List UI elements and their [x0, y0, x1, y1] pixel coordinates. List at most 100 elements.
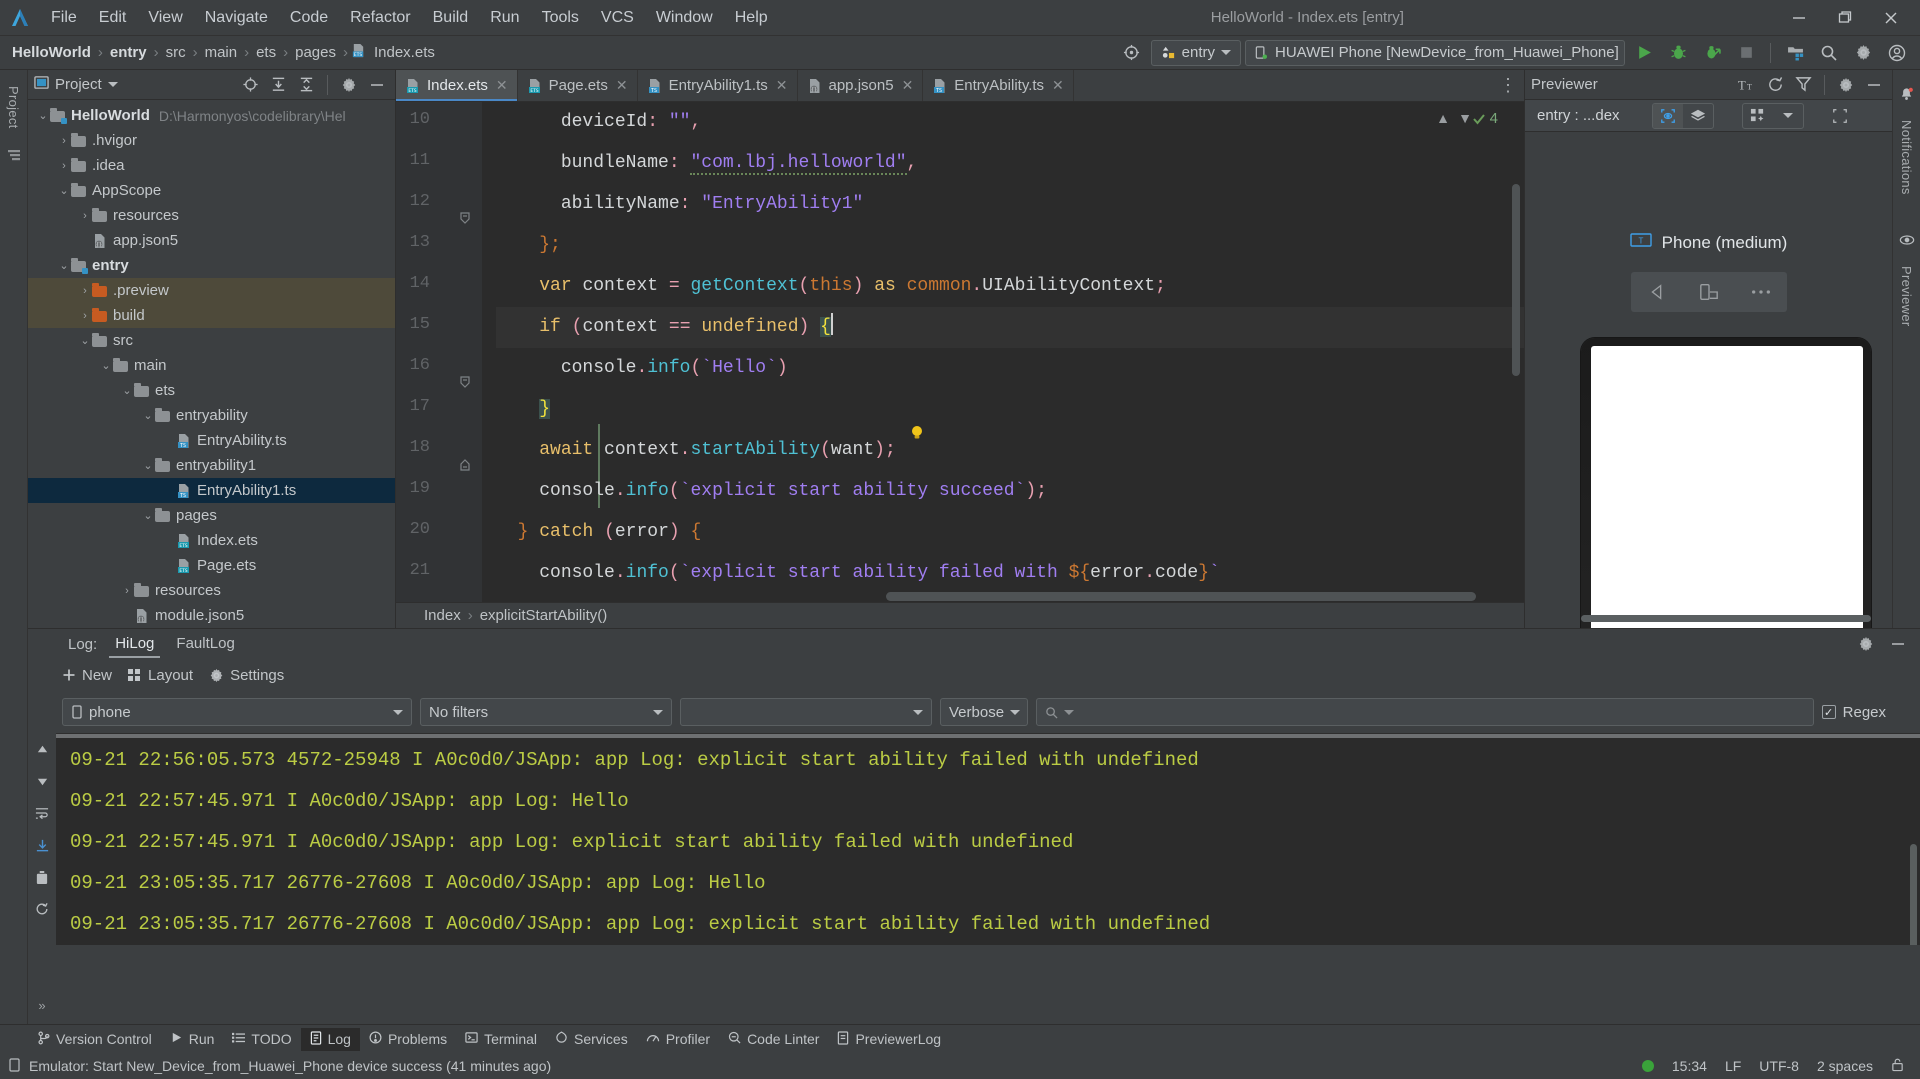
code-text[interactable]: deviceId: "", bundleName: "com.lbj.hello… — [482, 102, 1524, 602]
more-icon[interactable] — [1735, 272, 1787, 312]
console-vertical-scrollbar[interactable] — [1910, 844, 1917, 945]
locate-file-icon[interactable] — [238, 73, 262, 97]
breadcrumb-index-ets[interactable]: Index.ets — [370, 44, 439, 61]
editor-tab-index-ets[interactable]: ETSIndex.ets✕ — [396, 70, 518, 101]
fold-marker-icon[interactable] — [458, 374, 472, 395]
chevron-right-icon[interactable]: › — [78, 285, 92, 297]
editor-horizontal-scrollbar[interactable] — [568, 592, 1506, 602]
status-tab-todo[interactable]: TODO — [223, 1028, 300, 1050]
breadcrumb-src[interactable]: src — [162, 44, 190, 61]
editor-breadcrumb-method[interactable]: explicitStartAbility() — [480, 607, 608, 624]
tree-item-entryability-ts[interactable]: TSEntryAbility.ts — [28, 428, 395, 453]
chevron-right-icon[interactable]: › — [78, 310, 92, 322]
notifications-bell-icon[interactable] — [1895, 81, 1919, 107]
tree-item-appscope[interactable]: ⌄AppScope — [28, 178, 395, 203]
chevron-right-icon[interactable]: › — [120, 585, 134, 597]
previewer-profile-selector[interactable] — [1742, 103, 1804, 129]
target-icon[interactable] — [1117, 39, 1147, 67]
grid-icon[interactable] — [1743, 104, 1773, 128]
chevron-down-icon[interactable]: ⌄ — [57, 184, 71, 197]
menu-refactor[interactable]: Refactor — [339, 6, 421, 30]
tab-faultlog[interactable]: FaultLog — [166, 631, 244, 658]
code-scroll-area[interactable]: deviceId: "", bundleName: "com.lbj.hello… — [482, 102, 1524, 602]
status-tab-problems[interactable]: Problems — [360, 1028, 456, 1050]
regex-checkbox-group[interactable]: ✓ Regex — [1822, 704, 1886, 721]
previewer-view-toggle[interactable] — [1652, 103, 1714, 129]
search-history-icon[interactable] — [1064, 710, 1074, 715]
restart-log-icon[interactable] — [30, 896, 54, 922]
breadcrumb-pages[interactable]: pages — [291, 44, 340, 61]
menu-build[interactable]: Build — [422, 6, 480, 30]
menu-code[interactable]: Code — [279, 6, 339, 30]
log-search-box[interactable] — [1036, 698, 1814, 726]
chevron-right-icon[interactable]: › — [57, 160, 71, 172]
menu-window[interactable]: Window — [645, 6, 724, 30]
menu-help[interactable]: Help — [724, 6, 779, 30]
tree-item-entryability1-ts[interactable]: TSEntryAbility1.ts — [28, 478, 395, 503]
menu-run[interactable]: Run — [479, 6, 530, 30]
regex-checkbox[interactable]: ✓ — [1822, 705, 1836, 719]
settings-icon[interactable] — [1834, 73, 1858, 97]
tree-item-pages[interactable]: ⌄pages — [28, 503, 395, 528]
close-icon[interactable]: ✕ — [616, 77, 628, 94]
tree-item-module-json5[interactable]: {}module.json5 — [28, 603, 395, 628]
close-icon[interactable]: ✕ — [496, 77, 508, 94]
tree-item-entry[interactable]: ⌄entry — [28, 253, 395, 278]
project-tree[interactable]: ⌄HelloWorldD:\Harmonyos\codelibrary\Hel›… — [28, 100, 395, 628]
chevron-down-icon[interactable] — [1773, 104, 1803, 128]
status-tab-profiler[interactable]: Profiler — [637, 1028, 719, 1050]
maximize-button[interactable] — [1822, 1, 1868, 35]
rotate-left-icon[interactable] — [1631, 272, 1683, 312]
breadcrumb-main[interactable]: main — [201, 44, 242, 61]
status-tab-previewerlog[interactable]: PreviewerLog — [828, 1028, 950, 1051]
editor-gutter[interactable]: 10111213141516171819202122 — [396, 102, 482, 602]
layout-button[interactable]: Layout — [128, 667, 193, 684]
gear-icon[interactable] — [1854, 632, 1878, 656]
tree-item--idea[interactable]: ›.idea — [28, 153, 395, 178]
tree-item-resources[interactable]: ›resources — [28, 578, 395, 603]
status-tab-version-control[interactable]: Version Control — [28, 1028, 161, 1051]
menu-edit[interactable]: Edit — [88, 6, 138, 30]
minimize-button[interactable] — [1776, 1, 1822, 35]
tab-hilog[interactable]: HiLog — [105, 631, 164, 658]
expand-all-icon[interactable] — [266, 73, 290, 97]
breadcrumb-ets[interactable]: ets — [252, 44, 280, 61]
close-icon[interactable]: ✕ — [902, 77, 914, 94]
chevron-down-icon[interactable]: ⌄ — [78, 334, 92, 347]
status-encoding[interactable]: UTF-8 — [1759, 1058, 1799, 1074]
scroll-down-icon[interactable] — [30, 768, 54, 794]
editor-tab-page-ets[interactable]: ETSPage.ets✕ — [518, 70, 638, 101]
status-tab-terminal[interactable]: Terminal — [456, 1028, 546, 1050]
lock-icon[interactable] — [1891, 1058, 1904, 1075]
chevron-down-icon[interactable]: ⌄ — [99, 359, 113, 372]
tree-item-main[interactable]: ⌄main — [28, 353, 395, 378]
soft-wrap-icon[interactable] — [30, 800, 54, 826]
tree-item-build[interactable]: ›build — [28, 303, 395, 328]
editor-tab-app-json5[interactable]: {}app.json5✕ — [798, 70, 924, 101]
settings-icon[interactable] — [1848, 39, 1878, 67]
chevron-down-icon[interactable]: ⌄ — [141, 509, 155, 522]
chevron-down-icon[interactable]: ⌄ — [141, 409, 155, 422]
menu-vcs[interactable]: VCS — [590, 6, 645, 30]
next-problem-icon[interactable]: ▼ — [1458, 110, 1472, 126]
status-tab-run[interactable]: Run — [161, 1028, 224, 1050]
editor-tab-entryability1-ts[interactable]: TSEntryAbility1.ts✕ — [638, 70, 798, 101]
close-icon[interactable]: ✕ — [1052, 77, 1064, 94]
refresh-icon[interactable] — [1763, 73, 1787, 97]
status-tab-log[interactable]: Log — [301, 1028, 360, 1051]
chevron-down-icon[interactable]: ⌄ — [57, 259, 71, 272]
scroll-to-end-icon[interactable] — [30, 832, 54, 858]
close-icon[interactable]: ✕ — [776, 77, 788, 94]
clear-log-icon[interactable] — [30, 864, 54, 890]
inspect-mode-icon[interactable] — [1653, 104, 1683, 128]
console-top-scrollbar[interactable] — [56, 734, 1920, 738]
editor-tab-overflow[interactable]: ⋮ — [1499, 70, 1524, 101]
log-console[interactable]: 09-21 22:56:05.573 4572-25948 I A0c0d0/J… — [56, 733, 1920, 945]
rail-item-previewer[interactable]: Previewer — [1899, 256, 1914, 337]
account-icon[interactable] — [1882, 39, 1912, 67]
minimize-icon[interactable] — [1886, 632, 1910, 656]
fold-marker-icon[interactable] — [458, 210, 472, 231]
log-search-input[interactable] — [1080, 704, 1805, 721]
run-icon[interactable] — [1629, 39, 1659, 67]
chevron-down-icon[interactable]: ⌄ — [36, 109, 50, 122]
